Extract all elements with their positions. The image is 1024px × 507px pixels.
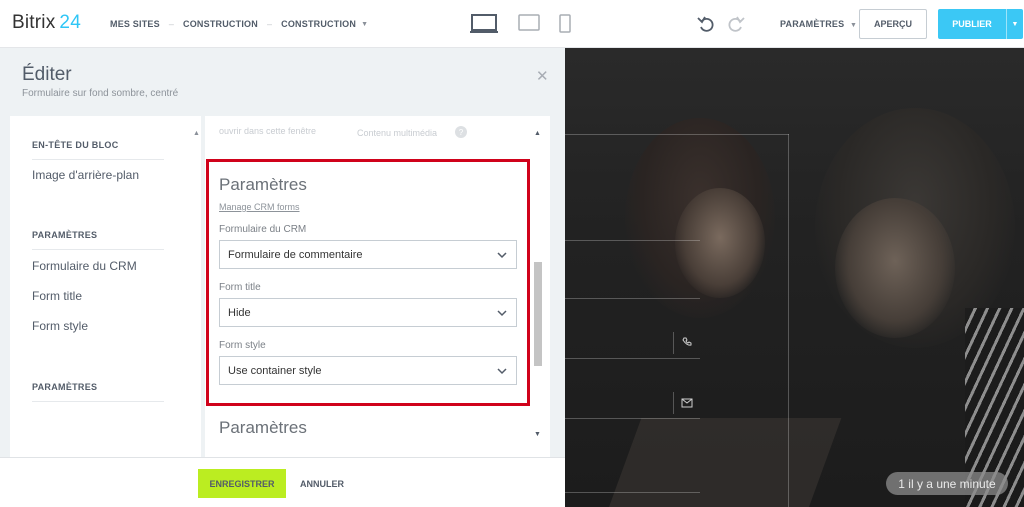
page-preview[interactable] xyxy=(565,48,1024,507)
mobile-icon[interactable] xyxy=(559,14,571,34)
divider xyxy=(32,159,164,160)
form-field-divider xyxy=(673,392,674,414)
chevron-down-icon xyxy=(497,368,507,375)
form-field-line xyxy=(565,418,700,419)
scroll-up-arrow[interactable]: ▲ xyxy=(193,130,200,137)
breadcrumb-separator: – xyxy=(266,19,273,29)
breadcrumb-separator: – xyxy=(168,19,175,29)
scroll-up-arrow[interactable]: ▲ xyxy=(534,130,541,137)
params-menu[interactable]: PARAMÈTRES ▼ xyxy=(780,19,857,29)
nav-crumb-construction-1[interactable]: CONSTRUCTION xyxy=(183,19,258,29)
scroll-down-arrow[interactable]: ▼ xyxy=(534,431,541,438)
desktop-icon[interactable] xyxy=(470,14,498,34)
undo-icon[interactable] xyxy=(697,14,715,32)
autosave-toast: 1 il y a une minute xyxy=(886,472,1008,495)
chevron-down-icon[interactable]: ▼ xyxy=(1006,9,1023,39)
form-style-label: Form style xyxy=(219,340,266,351)
mail-icon xyxy=(681,398,693,408)
form-style-select[interactable]: Use container style xyxy=(219,356,517,385)
nav-header-block-header[interactable]: EN-TÊTE DU BLOC xyxy=(32,140,119,150)
nav-crumb-construction-2[interactable]: CONSTRUCTION xyxy=(281,19,356,29)
media-content-option[interactable]: Contenu multimédia xyxy=(357,128,437,138)
nav-my-sites[interactable]: MES SITES xyxy=(110,19,160,29)
form-frame-line xyxy=(788,134,789,507)
divider xyxy=(32,401,164,402)
section-title-params-2: Paramètres xyxy=(219,418,307,437)
save-button[interactable]: ENREGISTRER xyxy=(198,469,286,498)
form-title-select[interactable]: Hide xyxy=(219,298,517,327)
chevron-down-icon[interactable]: ▼ xyxy=(361,21,368,28)
editor-subtitle: Formulaire sur fond sombre, centré xyxy=(22,88,179,99)
chevron-down-icon xyxy=(497,310,507,317)
preview-button[interactable]: APERÇU xyxy=(859,9,927,39)
form-title-select-value: Hide xyxy=(228,306,251,319)
close-icon[interactable]: ✕ xyxy=(536,67,549,85)
logo-number: 24 xyxy=(59,12,81,33)
settings-content: ouvrir dans cette fenêtre Contenu multim… xyxy=(205,116,550,503)
scrollbar-thumb[interactable] xyxy=(534,262,542,366)
editor-footer: ENREGISTRER ANNULER xyxy=(0,457,565,507)
params-menu-label: PARAMÈTRES xyxy=(780,19,845,29)
editor-panel: Éditer Formulaire sur fond sombre, centr… xyxy=(0,48,565,507)
phone-icon xyxy=(682,337,692,346)
crm-form-label: Formulaire du CRM xyxy=(219,224,307,235)
photo-face-man xyxy=(835,198,955,338)
tablet-icon[interactable] xyxy=(518,14,540,32)
nav-item-form-style[interactable]: Form style xyxy=(32,319,88,333)
form-field-line xyxy=(565,358,700,359)
editor-header: Éditer Formulaire sur fond sombre, centr… xyxy=(0,48,565,114)
breadcrumb: MES SITES – CONSTRUCTION – CONSTRUCTION … xyxy=(110,0,368,48)
chevron-down-icon: ▼ xyxy=(850,22,858,29)
cancel-button[interactable]: ANNULER xyxy=(300,479,344,489)
form-field-line xyxy=(565,492,700,493)
section-title-params: Paramètres xyxy=(219,175,307,194)
top-bar: Bitrix 24 MES SITES – CONSTRUCTION – CONS… xyxy=(0,0,1024,48)
chevron-down-icon xyxy=(497,252,507,259)
redo-icon[interactable] xyxy=(727,14,745,32)
editor-title: Éditer xyxy=(22,64,72,85)
crm-form-select[interactable]: Formulaire de commentaire xyxy=(219,240,517,269)
publish-button[interactable]: PUBLIER ▼ xyxy=(938,9,1023,39)
publish-button-label: PUBLIER xyxy=(952,19,992,29)
logo-name: Bitrix xyxy=(12,12,56,33)
form-style-select-value: Use container style xyxy=(228,364,322,377)
nav-header-params-2[interactable]: PARAMÈTRES xyxy=(32,382,97,392)
block-sections-nav: EN-TÊTE DU BLOC Image d'arrière-plan PAR… xyxy=(10,116,201,503)
form-field-line xyxy=(565,298,700,299)
crm-form-select-value: Formulaire de commentaire xyxy=(228,248,363,261)
nav-item-background-image[interactable]: Image d'arrière-plan xyxy=(32,168,139,182)
nav-header-params[interactable]: PARAMÈTRES xyxy=(32,230,97,240)
divider xyxy=(32,249,164,250)
photo-face-woman xyxy=(675,188,765,298)
form-field-line xyxy=(565,240,700,241)
form-title-label: Form title xyxy=(219,282,261,293)
photo-laptop xyxy=(608,418,842,507)
form-field-divider xyxy=(673,332,674,354)
manage-crm-forms-link[interactable]: Manage CRM forms xyxy=(219,202,300,212)
nav-item-form-title[interactable]: Form title xyxy=(32,289,82,303)
help-icon[interactable]: ? xyxy=(455,126,467,138)
form-frame-line xyxy=(565,134,789,135)
open-in-window-option[interactable]: ouvrir dans cette fenêtre xyxy=(219,126,316,136)
logo[interactable]: Bitrix 24 xyxy=(12,12,81,34)
nav-item-crm-form[interactable]: Formulaire du CRM xyxy=(32,259,137,273)
